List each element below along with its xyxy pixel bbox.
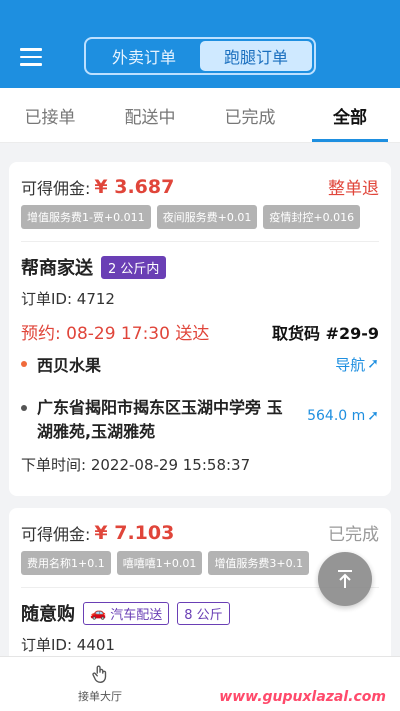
distance-value: 564.0 m — [307, 408, 366, 424]
commission-label: 可得佣金: — [21, 178, 91, 198]
nav-order-hall-label: 接单大厅 — [78, 690, 122, 703]
tap-hand-icon — [92, 665, 107, 683]
dropoff-row: 广东省揭阳市揭东区玉湖中学旁 玉湖雅苑,玉湖雅苑 564.0 m ➚ — [21, 396, 379, 444]
commission-amount: ¥ 7.103 — [94, 521, 175, 544]
store-name: 随意购 — [21, 604, 75, 625]
navigate-button[interactable]: 导航 ➚ — [335, 354, 379, 375]
watermark-logo: 谷普软件园 www.gupuxlazal.com — [218, 651, 394, 705]
weight-tag: 2 公斤内 — [101, 255, 167, 279]
seg-takeout-orders[interactable]: 外卖订单 — [88, 41, 200, 71]
arrow-up-icon: ➚ — [367, 408, 379, 424]
status-tabs: 已接单 配送中 已完成 全部 — [0, 88, 400, 143]
commission-label: 可得佣金: — [21, 524, 91, 544]
pickup-name: 西贝水果 — [37, 356, 102, 375]
app-bar: 外卖订单 跑腿订单 — [0, 26, 400, 88]
nav-order-hall[interactable]: 接单大厅 — [70, 663, 130, 704]
pickup-row: 西贝水果 导航 ➚ — [21, 352, 379, 376]
dropoff-address: 广东省揭阳市揭东区玉湖中学旁 玉湖雅苑,玉湖雅苑 — [37, 398, 283, 441]
commission-row: 可得佣金: ¥ 3.687 整单退 — [21, 162, 379, 200]
order-type-switch: 外卖订单 跑腿订单 — [84, 37, 316, 75]
tab-accepted[interactable]: 已接单 — [0, 88, 100, 142]
store-name: 帮商家送 — [21, 258, 93, 279]
distance: 564.0 m ➚ — [307, 408, 379, 424]
order-status: 已完成 — [328, 525, 379, 545]
commission-amount: ¥ 3.687 — [94, 175, 175, 198]
arrow-up-icon: ➚ — [367, 356, 379, 372]
dropoff-dot-icon — [21, 405, 27, 411]
pickup-dot-icon — [21, 361, 27, 367]
tab-all[interactable]: 全部 — [300, 88, 400, 142]
car-icon: 🚗 — [90, 605, 107, 621]
fee-chip: 增值服务费1-贾+0.011 — [21, 205, 151, 229]
scroll-to-top-button[interactable] — [318, 552, 372, 606]
fee-chip: 疫情封控+0.016 — [263, 205, 361, 229]
fee-chip: 费用名称1+0.1 — [21, 551, 111, 575]
appointment-time: 预约: 08-29 17:30 送达 — [21, 324, 210, 344]
delivery-type-tag: 🚗 汽车配送 — [83, 601, 170, 625]
status-bar — [0, 0, 400, 26]
delivery-type-label: 汽车配送 — [110, 607, 163, 623]
order-card[interactable]: 可得佣金: ¥ 3.687 整单退 增值服务费1-贾+0.011 夜间服务费+0… — [9, 162, 391, 496]
navigate-label: 导航 — [335, 355, 366, 374]
scroll-top-icon — [338, 570, 352, 588]
appointment-row: 预约: 08-29 17:30 送达 取货码 #29-9 — [21, 319, 379, 345]
watermark-url: www.gupuxlazal.com — [219, 689, 386, 705]
pickup-code: 取货码 #29-9 — [271, 323, 379, 343]
tab-delivering[interactable]: 配送中 — [100, 88, 200, 142]
seg-errand-orders[interactable]: 跑腿订单 — [200, 41, 312, 71]
order-id: 订单ID: 4712 — [21, 290, 115, 308]
store-row: 随意购 🚗 汽车配送 8 公斤 — [21, 600, 379, 626]
tab-completed[interactable]: 已完成 — [200, 88, 300, 142]
weight-tag: 8 公斤 — [177, 601, 230, 625]
order-time: 下单时间: 2022-08-29 15:58:37 — [21, 456, 251, 474]
commission-row: 可得佣金: ¥ 7.103 已完成 — [21, 508, 379, 546]
divider — [21, 241, 379, 242]
fee-chip: 嘻嘻嘻1+0.01 — [116, 551, 203, 575]
store-row: 帮商家送 2 公斤内 — [21, 254, 379, 280]
fee-chips: 增值服务费1-贾+0.011 夜间服务费+0.01 疫情封控+0.016 — [21, 205, 379, 235]
menu-icon[interactable] — [20, 48, 42, 66]
fee-chip: 增值服务费3+0.1 — [208, 551, 310, 575]
fee-chip: 夜间服务费+0.01 — [156, 205, 258, 229]
order-status: 整单退 — [328, 179, 379, 199]
